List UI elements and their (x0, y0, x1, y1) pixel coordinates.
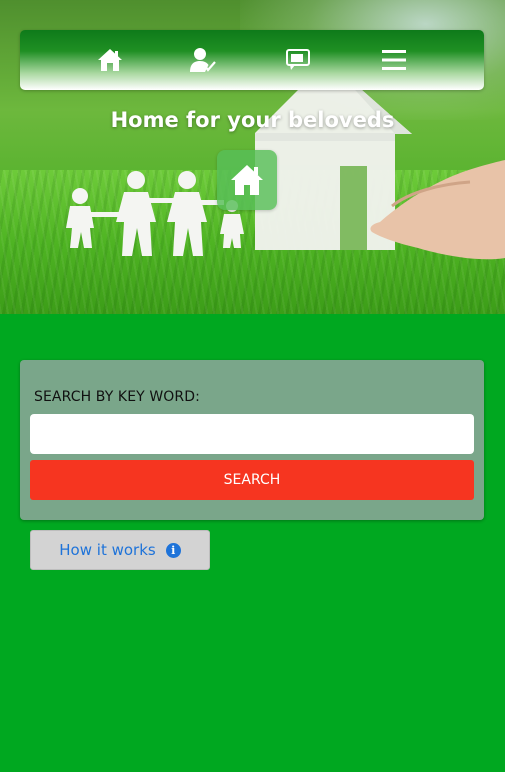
hero-title: Home for your beloveds (110, 108, 395, 132)
chat-bubbles-icon (286, 49, 310, 70)
nav-profile-button[interactable] (183, 42, 223, 78)
home-icon (231, 165, 263, 195)
nav-home-button[interactable] (90, 42, 130, 78)
search-input[interactable] (30, 414, 474, 454)
how-it-works-button[interactable]: How it works i (30, 530, 210, 570)
home-icon (98, 49, 122, 71)
hamburger-menu-icon (382, 50, 406, 70)
nav-messages-button[interactable] (278, 42, 318, 78)
user-check-icon (190, 48, 216, 72)
search-button[interactable]: SEARCH (30, 460, 474, 500)
top-navbar (20, 30, 484, 90)
search-label: SEARCH BY KEY WORD: (34, 389, 200, 405)
search-panel: SEARCH BY KEY WORD: SEARCH (20, 360, 484, 520)
nav-menu-button[interactable] (374, 42, 414, 78)
info-icon: i (165, 542, 181, 558)
hero-home-badge (217, 150, 277, 210)
how-it-works-label: How it works (59, 541, 156, 559)
